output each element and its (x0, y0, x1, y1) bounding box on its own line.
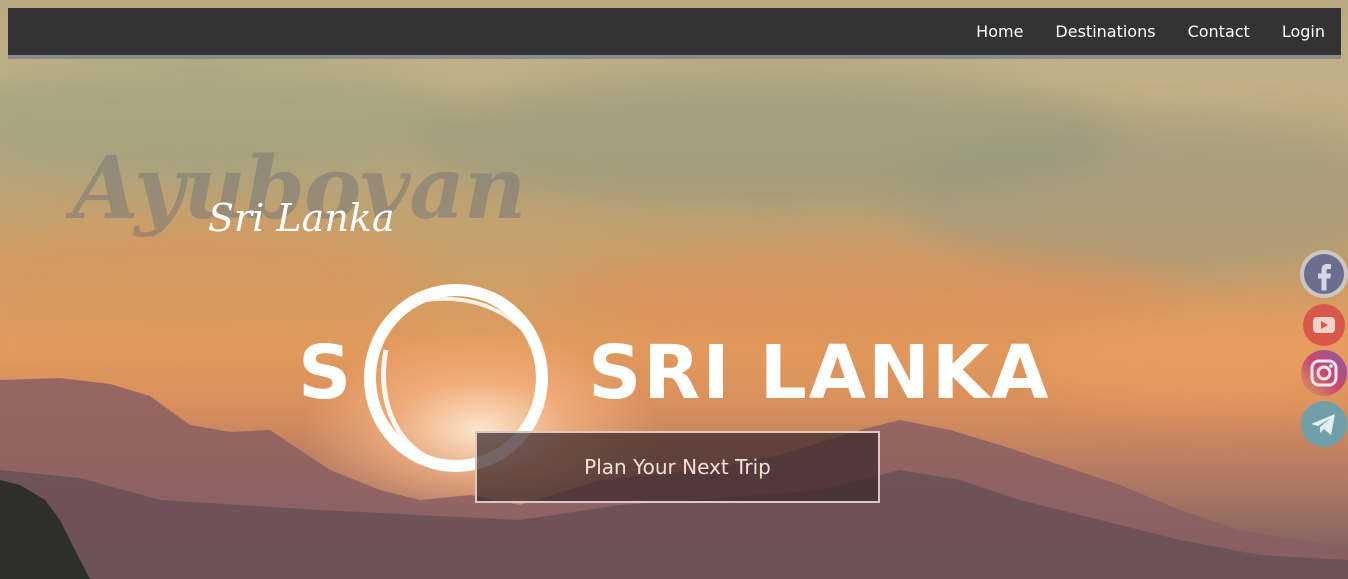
plan-trip-button[interactable]: Plan Your Next Trip (475, 431, 880, 503)
telegram-icon (1301, 401, 1347, 447)
telegram-button[interactable] (1300, 400, 1348, 448)
facebook-icon (1304, 254, 1344, 294)
youtube-icon (1303, 304, 1345, 346)
logo-letter-s: S (298, 330, 352, 416)
youtube-button[interactable] (1300, 301, 1348, 349)
navbar: Home Destinations Contact Login (8, 8, 1341, 59)
nav-contact-link[interactable]: Contact (1172, 22, 1266, 41)
facebook-button[interactable] (1300, 250, 1348, 298)
nav-home-link[interactable]: Home (960, 22, 1039, 41)
logo-text: SRI LANKA (588, 330, 1051, 416)
hero-subtitle: Sri Lanka (208, 196, 395, 240)
instagram-button[interactable] (1300, 349, 1348, 397)
nav-links: Home Destinations Contact Login (960, 8, 1325, 55)
nav-login-link[interactable]: Login (1266, 22, 1325, 41)
instagram-icon (1301, 350, 1347, 396)
nav-destinations-link[interactable]: Destinations (1039, 22, 1171, 41)
